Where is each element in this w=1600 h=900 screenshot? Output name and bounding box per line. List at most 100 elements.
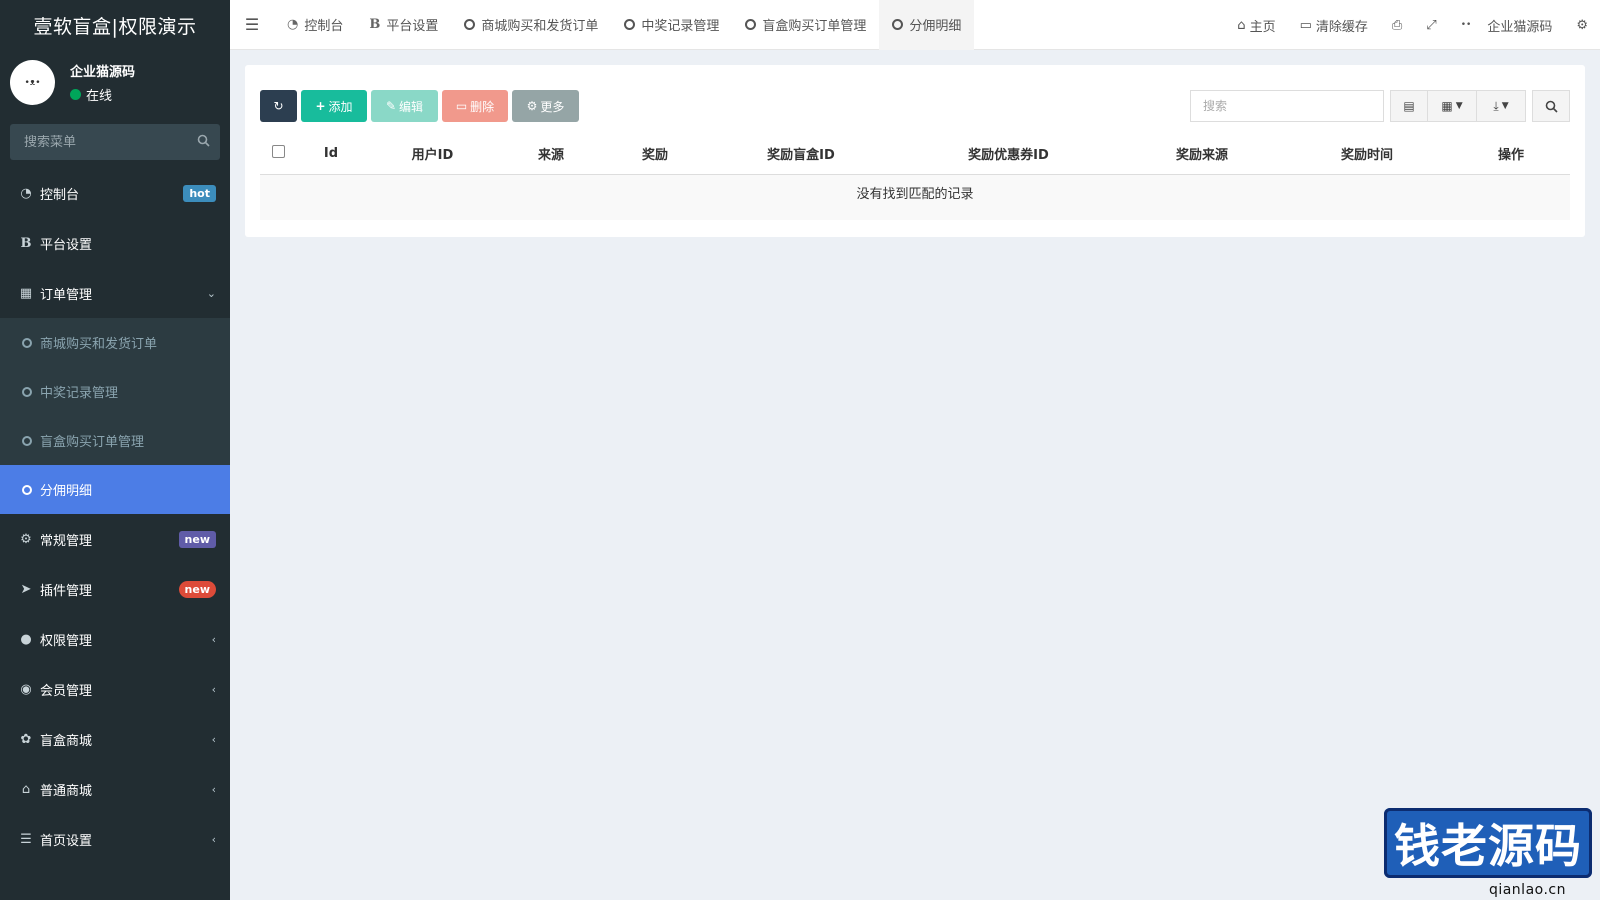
sidebar-subitem-mall-orders[interactable]: 商城购买和发货订单 <box>0 318 230 367</box>
sidebar-subitem-commission-details[interactable]: 分佣明细 <box>0 465 230 514</box>
sidebar-subitem-label: 商城购买和发货订单 <box>40 337 158 352</box>
calculator-icon: ▦ <box>19 285 33 301</box>
bank-icon: ⌂ <box>21 781 31 797</box>
more-button[interactable]: ⚙ 更多 <box>512 90 579 122</box>
add-button[interactable]: + 添加 <box>301 90 367 122</box>
circle-icon <box>892 19 904 30</box>
column-header: 操作 <box>1452 134 1570 175</box>
user-status-label: 在线 <box>86 88 113 104</box>
chevron-left-icon: ‹ <box>211 782 216 796</box>
user-panel: •ᴥ• 企业猫源码 在线 <box>0 50 230 114</box>
sidebar-subitem-label: 中奖记录管理 <box>40 386 119 401</box>
data-table: Id 用户ID 来源 奖励 奖励盲盒ID 奖励优惠券ID 奖励来源 奖励时间 操… <box>260 134 1570 220</box>
toggle-view-button[interactable]: ▤ <box>1390 90 1428 122</box>
group-icon: ● <box>20 631 32 647</box>
sidebar-subitem-blindbox-orders[interactable]: 盲盒购买订单管理 <box>0 416 230 465</box>
sidebar-item-label: 会员管理 <box>40 683 93 699</box>
tab-prize-records[interactable]: 中奖记录管理 <box>611 0 732 50</box>
plus-icon: + <box>315 99 326 113</box>
tab-dashboard[interactable]: ◔ 控制台 <box>274 0 356 50</box>
circle-icon <box>464 19 476 30</box>
edit-label: 编辑 <box>399 99 424 114</box>
user-menu[interactable]: •• 企业猫源码 <box>1449 16 1565 35</box>
tab-label: 商城购买和发货订单 <box>481 19 599 34</box>
rocket-icon: ➤ <box>20 581 32 597</box>
chevron-left-icon: ‹ <box>211 682 216 696</box>
bold-icon: B <box>20 235 32 251</box>
export-dropdown[interactable]: ⤓ ▼ <box>1477 90 1526 122</box>
sidebar-item-blindbox-mall[interactable]: ✿ 盲盒商城 ‹ <box>0 714 230 764</box>
trash-icon: ▭ <box>455 99 468 113</box>
sidebar-item-label: 首页设置 <box>40 833 93 849</box>
new-badge: new <box>178 530 216 548</box>
column-header[interactable]: 来源 <box>499 134 603 175</box>
home-icon: ⌂ <box>1237 17 1246 33</box>
tab-label: 中奖记录管理 <box>641 19 720 34</box>
column-header[interactable]: 奖励盲盒ID <box>707 134 895 175</box>
home-label: 主页 <box>1249 19 1276 35</box>
sidebar-item-normal-mall[interactable]: ⌂ 普通商城 ‹ <box>0 764 230 814</box>
empty-row-band <box>260 210 1570 220</box>
caret-down-icon: ▼ <box>1455 101 1463 111</box>
empty-row: 没有找到匹配的记录 <box>260 174 1570 210</box>
home-link[interactable]: ⌂ 主页 <box>1225 16 1287 35</box>
search-icon <box>1545 100 1558 113</box>
column-header[interactable]: 奖励优惠券ID <box>895 134 1122 175</box>
sidebar-search-input[interactable] <box>24 134 174 150</box>
language-button[interactable]: ⎙ <box>1380 18 1414 33</box>
tab-mall-orders[interactable]: 商城购买和发货订单 <box>451 0 611 50</box>
top-right-menu: ⌂ 主页 ▭ 清除缓存 ⎙ ⤢ •• 企业猫源码 ⚙ <box>1225 0 1600 50</box>
cog-icon: ⚙ <box>526 99 538 113</box>
column-header[interactable]: 奖励 <box>603 134 707 175</box>
top-navbar: ☰ ◔ 控制台 B 平台设置 商城购买和发货订单 中奖记录管理 盲盒购买订单管理… <box>230 0 1600 50</box>
more-label: 更多 <box>540 99 565 114</box>
avatar: •ᴥ• <box>10 59 55 105</box>
bold-icon: B <box>369 17 381 32</box>
columns-dropdown[interactable]: ▦ ▼ <box>1428 90 1477 122</box>
fullscreen-button[interactable]: ⤢ <box>1414 18 1448 33</box>
tab-commission-details[interactable]: 分佣明细 <box>879 0 975 50</box>
sidebar-item-plugins[interactable]: ➤ 插件管理 new <box>0 564 230 614</box>
app-logo-title[interactable]: 壹软盲盒|权限演示 <box>0 0 230 50</box>
select-all-checkbox[interactable] <box>271 145 285 159</box>
column-header[interactable]: 奖励时间 <box>1282 134 1452 175</box>
advanced-search-button[interactable] <box>1532 90 1570 122</box>
column-header[interactable]: 奖励来源 <box>1122 134 1282 175</box>
delete-button[interactable]: ▭ 删除 <box>442 90 508 122</box>
new-badge: new <box>178 580 216 598</box>
tab-platform-settings[interactable]: B 平台设置 <box>356 0 451 50</box>
leaf-icon: ✿ <box>20 731 32 747</box>
chevron-down-icon: ⌄ <box>206 286 216 300</box>
column-header[interactable]: Id <box>296 134 366 175</box>
sidebar-toggle-icon[interactable]: ☰ <box>230 15 274 34</box>
sidebar-item-label: 控制台 <box>40 187 80 203</box>
sidebar-subitem-prize-records[interactable]: 中奖记录管理 <box>0 367 230 416</box>
sidebar-item-label: 订单管理 <box>40 287 93 303</box>
tab-label: 分佣明细 <box>909 19 962 34</box>
sidebar-item-permissions[interactable]: ● 权限管理 ‹ <box>0 614 230 664</box>
trash-icon: ▭ <box>1299 17 1312 33</box>
sidebar-item-members[interactable]: ◉ 会员管理 ‹ <box>0 664 230 714</box>
table-search-input[interactable] <box>1203 99 1371 113</box>
select-all-cell <box>260 134 296 175</box>
sidebar-item-orders[interactable]: ▦ 订单管理 ⌄ <box>0 268 230 318</box>
settings-button[interactable]: ⚙ <box>1564 18 1600 33</box>
sidebar-item-platform-settings[interactable]: B 平台设置 <box>0 218 230 268</box>
chevron-left-icon: ‹ <box>211 732 216 746</box>
circle-icon <box>22 386 32 397</box>
th-icon: ▦ <box>1441 99 1453 113</box>
sidebar-item-general[interactable]: ⚙ 常规管理 new <box>0 514 230 564</box>
clear-cache-label: 清除缓存 <box>1315 19 1368 35</box>
edit-button[interactable]: ✎ 编辑 <box>371 90 438 122</box>
main-content-panel: ↻ + 添加 ✎ 编辑 ▭ 删除 ⚙ 更多 ▤ ▦ ▼ ⤓ <box>245 65 1585 237</box>
clear-cache-button[interactable]: ▭ 清除缓存 <box>1288 16 1380 35</box>
column-header[interactable]: 用户ID <box>366 134 499 175</box>
tab-label: 控制台 <box>304 19 344 34</box>
tab-blindbox-orders[interactable]: 盲盒购买订单管理 <box>732 0 879 50</box>
sidebar-item-home-settings[interactable]: ☰ 首页设置 ‹ <box>0 814 230 864</box>
sidebar-subitem-label: 分佣明细 <box>40 484 93 499</box>
search-icon[interactable] <box>197 134 210 151</box>
refresh-button[interactable]: ↻ <box>260 90 297 122</box>
sidebar-item-dashboard[interactable]: ◔ 控制台 hot <box>0 168 230 218</box>
circle-icon <box>22 484 32 495</box>
